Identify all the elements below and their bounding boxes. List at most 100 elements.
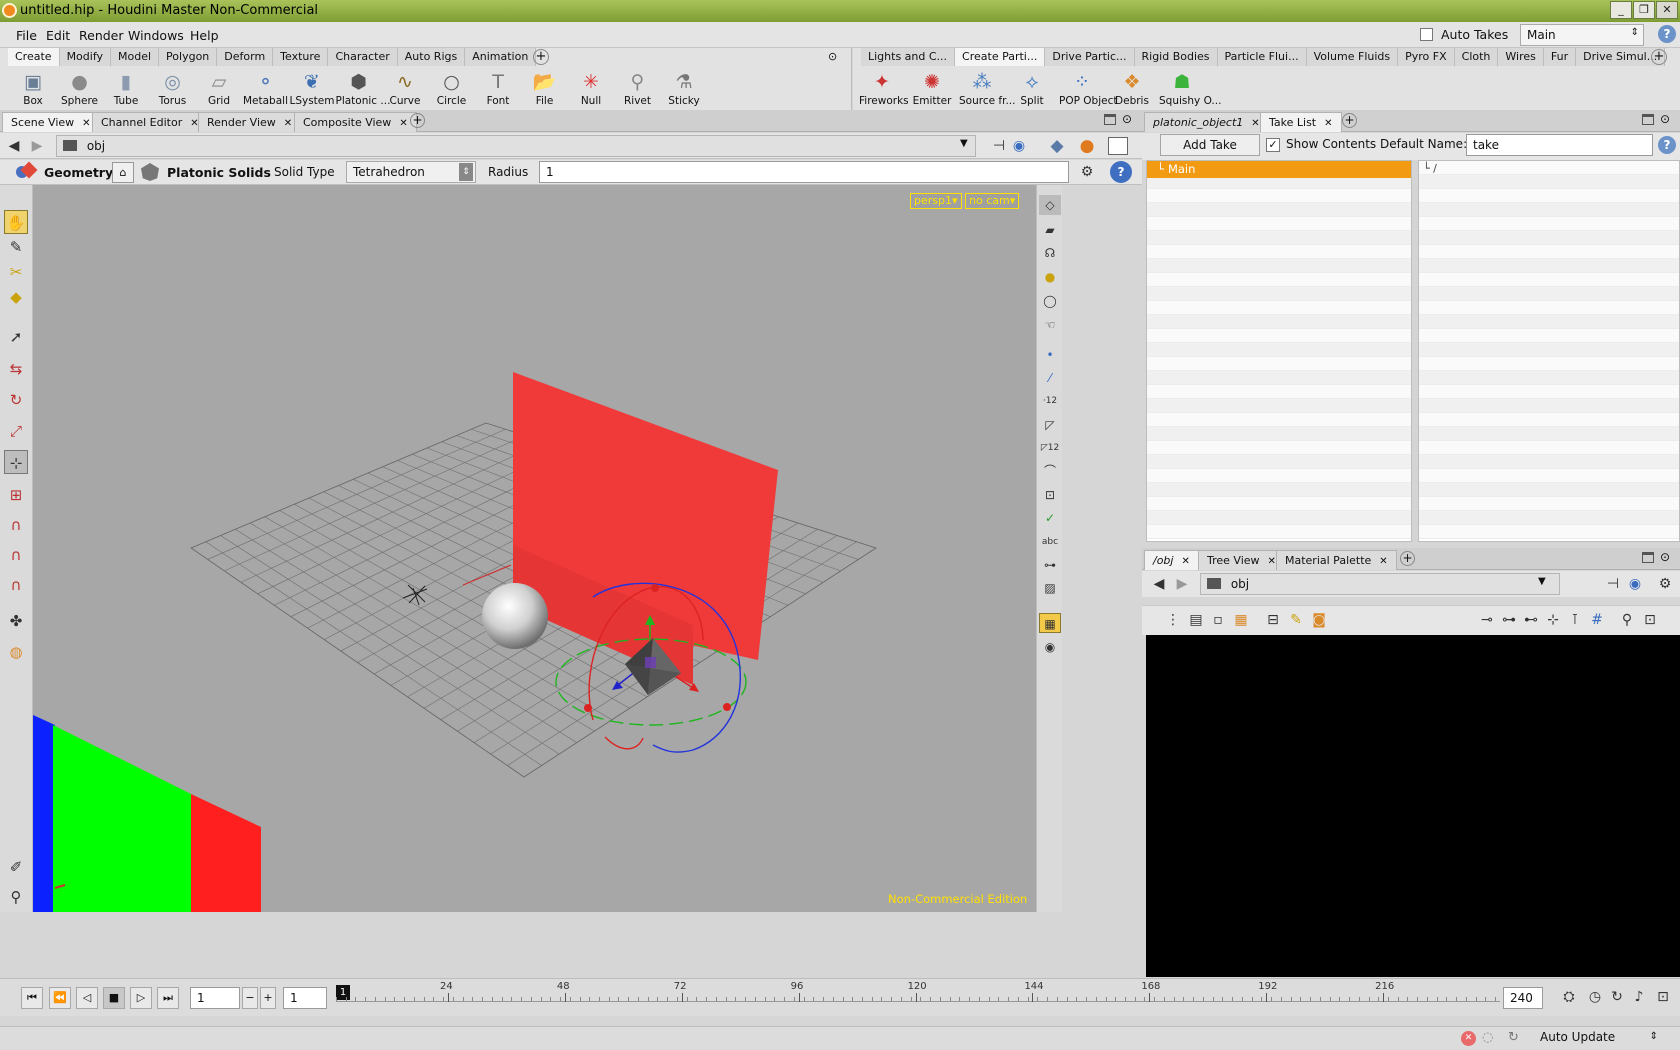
sphere-display-icon[interactable]: ◯ (1039, 291, 1061, 311)
shelf-menu-icon[interactable]: ⊙ (828, 50, 837, 63)
maximize-pane-icon[interactable] (1642, 552, 1654, 563)
back-arrow-icon[interactable]: ◀ (1148, 573, 1170, 595)
align-icon[interactable]: ⊺ (1564, 609, 1586, 631)
handle-icon[interactable]: ⊹ (4, 450, 28, 474)
zoom-icon[interactable]: ⚲ (1616, 609, 1638, 631)
op-help-icon[interactable]: ? (1110, 161, 1132, 183)
geometry-context-icon[interactable] (16, 161, 38, 182)
text-icon[interactable]: abc (1039, 532, 1061, 552)
select-handle-icon[interactable]: ✋ (4, 210, 28, 234)
move-icon[interactable]: ⇆ (4, 357, 28, 381)
error-icon[interactable]: ✕ (1461, 1031, 1476, 1046)
pane-menu-icon[interactable]: ⊙ (1660, 112, 1670, 126)
annotate-icon[interactable]: ✐ (4, 855, 28, 879)
lock-op-button[interactable]: ⌂ (112, 162, 134, 183)
select-arrow-icon[interactable]: ➚ (4, 325, 28, 349)
take-item-main[interactable]: └ Main (1147, 161, 1411, 178)
network-path-field[interactable]: obj (1200, 573, 1560, 595)
menu-windows[interactable]: Windows (128, 28, 184, 43)
tool-sphere-button[interactable]: ● Sphere (57, 68, 103, 108)
add-tab-icon[interactable]: + (1342, 113, 1357, 128)
refresh-icon[interactable]: ↻ (1508, 1030, 1519, 1045)
shading-icon[interactable]: ● (1076, 135, 1098, 157)
auto-takes-checkbox[interactable] (1420, 28, 1433, 41)
profile-icon[interactable]: ⌒ (1039, 461, 1061, 481)
tab-material-palette[interactable]: Material Palette ✕ (1276, 550, 1397, 570)
stop-icon[interactable]: ■ (103, 987, 125, 1009)
display-options-icon[interactable]: ◇ (1039, 195, 1061, 215)
add-tab-icon[interactable]: + (410, 113, 425, 128)
paint-icon[interactable]: ✎ (4, 235, 28, 259)
tab-scene-view[interactable]: Scene View ✕ (2, 112, 100, 132)
pin-icon[interactable]: ⊣ (988, 135, 1010, 157)
radius-input[interactable]: 1 (539, 161, 1069, 183)
timeline-track[interactable]: 1 24 48 72 96 120 144 168 192 216 (336, 981, 1500, 1009)
contents-root-item[interactable]: └ / (1423, 162, 1437, 175)
grid-layout-icon[interactable]: ▦ (1039, 613, 1061, 633)
close-tab-icon[interactable]: ✕ (82, 118, 90, 129)
tool-split-button[interactable]: ⟡ Split (1009, 68, 1055, 108)
update-mode-select[interactable]: Auto Update ⇕ (1534, 1028, 1660, 1048)
scale-icon[interactable]: ⤢ (4, 419, 28, 443)
path-dropdown-icon[interactable]: ▼ (960, 138, 968, 149)
desktop-select[interactable]: Main ⇕ (1520, 24, 1644, 46)
network-editor[interactable] (1146, 635, 1680, 977)
default-name-input[interactable]: take (1466, 134, 1653, 156)
step-back-icon[interactable]: ⏪ (49, 987, 71, 1009)
normal-display-icon[interactable]: ⁄ (1039, 368, 1061, 388)
menu-render[interactable]: Render (79, 28, 124, 43)
tab-render-view[interactable]: Render View ✕ (198, 112, 302, 132)
camera-icon[interactable]: ▰ (1039, 220, 1061, 240)
tool-grid-button[interactable]: ▱ Grid (196, 68, 242, 108)
link-icon[interactable]: ◉ (1008, 135, 1030, 157)
tool-debris-button[interactable]: ❖ Debris (1109, 68, 1155, 108)
tool-torus-button[interactable]: ◎ Torus (150, 68, 196, 108)
menu-file[interactable]: File (16, 28, 37, 43)
magnet-move-icon[interactable]: ∩ (4, 513, 28, 537)
close-tab-icon[interactable]: ✕ (1251, 118, 1259, 129)
tool-font-button[interactable]: T Font (475, 68, 521, 108)
shelf-right-add-tab-icon[interactable]: + (1651, 49, 1667, 65)
close-tab-icon[interactable]: ✕ (284, 118, 292, 129)
grid-snap-icon[interactable]: # (1586, 609, 1608, 631)
light-icon[interactable]: ☊ (1039, 243, 1061, 263)
scene-viewport[interactable]: persp1▾ no cam▾ Non-Commercial Edition (33, 185, 1036, 912)
connect-icon[interactable]: ⊷ (1520, 609, 1542, 631)
sticky-note-icon[interactable]: ✎ (1285, 609, 1307, 631)
add-take-button[interactable]: Add Take (1160, 134, 1260, 156)
end-frame-input[interactable]: 240 (1503, 987, 1543, 1009)
link-display-icon[interactable]: ⊶ (1039, 555, 1061, 575)
solid-type-select[interactable]: Tetrahedron ⇕ (346, 161, 476, 183)
shelf-tab-volume-fluids[interactable]: Volume Fluids (1306, 48, 1399, 66)
sun-icon[interactable]: ● (1039, 267, 1061, 287)
go-start-icon[interactable]: ⏮ (21, 987, 43, 1009)
magnet-scale-icon[interactable]: ∩ (4, 573, 28, 597)
maximize-pane-icon[interactable] (1642, 114, 1654, 125)
increment-button[interactable]: + (260, 987, 276, 1009)
network-box-icon[interactable]: ⊟ (1262, 609, 1284, 631)
close-tab-icon[interactable]: ✕ (399, 118, 407, 129)
close-tab-icon[interactable]: ✕ (1268, 556, 1276, 567)
subnet-icon[interactable]: ◙ (1308, 609, 1330, 631)
forward-arrow-icon[interactable]: ▶ (26, 135, 48, 157)
back-arrow-icon[interactable]: ◀ (3, 135, 25, 157)
close-tab-icon[interactable]: ✕ (1181, 556, 1189, 567)
prim-numbers-icon[interactable]: ◸12 (1039, 438, 1061, 458)
minimize-button[interactable]: _ (1610, 1, 1632, 19)
playback-options-icon[interactable]: ⊡ (1652, 986, 1674, 1008)
audio-icon[interactable]: ⛭ (1558, 986, 1580, 1008)
visibility-icon[interactable]: ◉ (1039, 637, 1061, 657)
tool-fireworks-button[interactable]: ✦ Fireworks (859, 68, 909, 108)
maximize-button[interactable]: ❐ (1633, 1, 1655, 19)
speaker-icon[interactable]: ♪ (1628, 986, 1650, 1008)
rotate-icon[interactable]: ↻ (4, 388, 28, 412)
guide-icon[interactable]: ✓ (1039, 508, 1061, 528)
tab-tree-view[interactable]: Tree View ✕ (1198, 550, 1285, 570)
scene-path-field[interactable]: obj (56, 135, 976, 157)
loop-icon[interactable]: ↻ (1606, 986, 1628, 1008)
cam-menu[interactable]: no cam▾ (965, 193, 1020, 209)
decrement-button[interactable]: − (242, 987, 258, 1009)
add-tab-icon[interactable]: + (1400, 551, 1415, 566)
background-swatch-icon[interactable] (1108, 137, 1128, 155)
branch-icon[interactable]: ⊹ (1542, 609, 1564, 631)
